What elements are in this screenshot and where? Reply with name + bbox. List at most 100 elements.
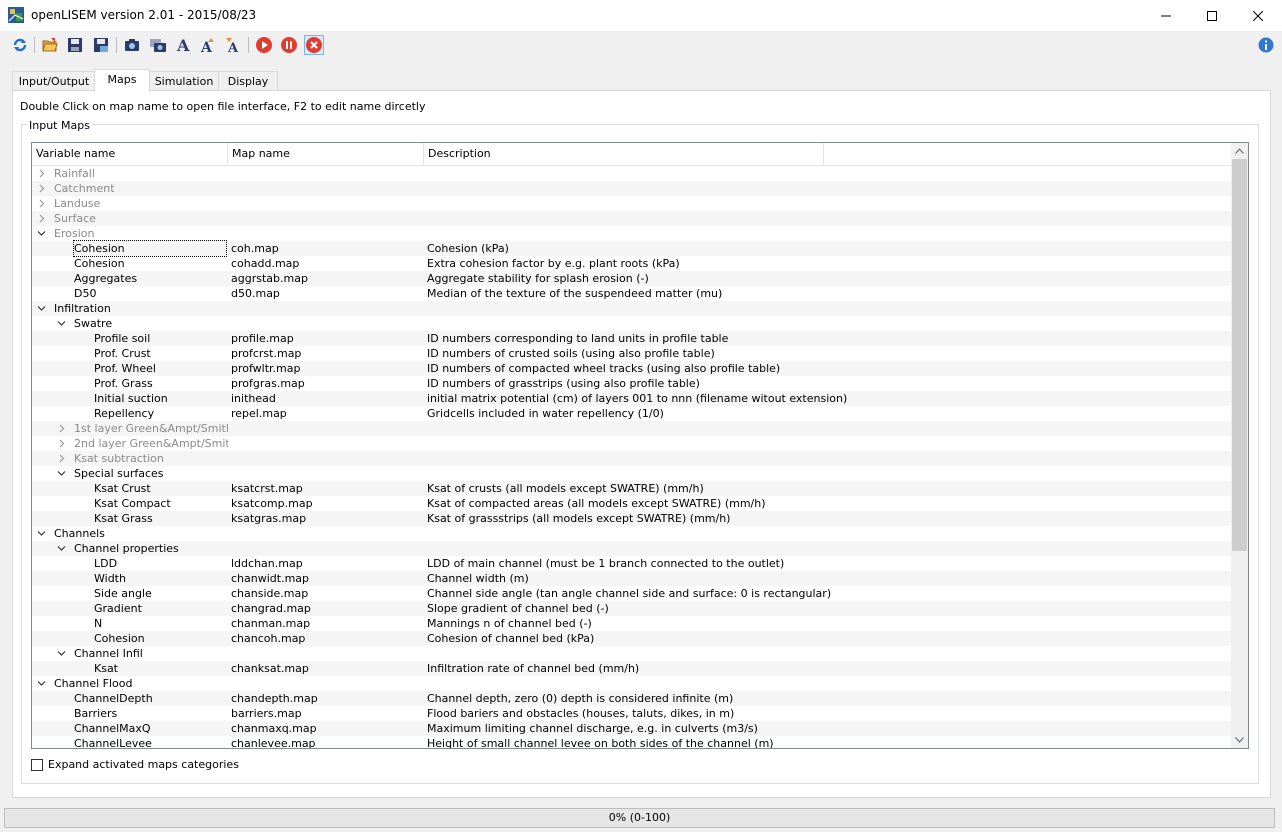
variable-name-cell[interactable]: Ksat Grass — [94, 511, 228, 526]
tree-row[interactable]: Prof. Wheel profwltr.map ID numbers of com… — [32, 361, 1232, 376]
variable-name-cell[interactable]: Infiltration — [54, 301, 228, 316]
tree-row[interactable]: Barriers barriers.map Flood bariers and ob… — [32, 706, 1232, 721]
tree-row[interactable]: Rainfall — [32, 166, 1232, 181]
chevron-right-icon[interactable] — [56, 451, 66, 466]
tree-row[interactable]: Repellency repel.map Gridcells included in… — [32, 406, 1232, 421]
map-name-cell[interactable] — [231, 526, 421, 541]
tree-row[interactable]: Prof. Crust profcrst.map ID numbers of cru… — [32, 346, 1232, 361]
variable-name-cell[interactable]: Channel properties — [74, 541, 228, 556]
chevron-down-icon[interactable] — [56, 646, 66, 661]
font-icon[interactable]: A — [173, 35, 193, 55]
variable-name-cell[interactable]: ChannelLevee — [74, 736, 228, 748]
map-name-cell[interactable]: ksatcrst.map — [231, 481, 421, 496]
map-name-cell[interactable]: aggrstab.map — [231, 271, 421, 286]
variable-name-cell[interactable]: 1st layer Green&Ampt/Smith... — [74, 421, 228, 436]
map-name-cell[interactable] — [231, 301, 421, 316]
map-name-cell[interactable]: profile.map — [231, 331, 421, 346]
variable-name-cell[interactable]: 2nd layer Green&Ampt/Smith... — [74, 436, 228, 451]
map-name-cell[interactable]: chanside.map — [231, 586, 421, 601]
variable-name-cell[interactable]: ChannelMaxQ — [74, 721, 228, 736]
map-name-cell[interactable] — [231, 421, 421, 436]
map-name-cell[interactable]: repel.map — [231, 406, 421, 421]
map-name-cell[interactable]: d50.map — [231, 286, 421, 301]
input-maps-tree[interactable]: Variable name Map name Description Rainf… — [31, 142, 1249, 749]
map-name-cell[interactable] — [231, 541, 421, 556]
camera-icon[interactable] — [122, 35, 142, 55]
map-name-cell[interactable] — [231, 226, 421, 241]
variable-name-cell[interactable]: Ksat Compact — [94, 496, 228, 511]
font-decrease-icon[interactable]: A — [223, 35, 243, 55]
variable-name-cell[interactable]: Channels — [54, 526, 228, 541]
tree-row[interactable]: Ksat Crust ksatcrst.map Ksat of crusts (al… — [32, 481, 1232, 496]
variable-name-cell[interactable]: Profile soil — [94, 331, 228, 346]
variable-name-cell[interactable]: Cohesion — [94, 631, 228, 646]
variable-name-cell[interactable]: Width — [94, 571, 228, 586]
chevron-down-icon[interactable] — [36, 676, 46, 691]
tree-row[interactable]: ChannelLevee chanlevee.map Height of small… — [32, 736, 1232, 748]
pause-icon[interactable] — [279, 35, 299, 55]
tree-row[interactable]: Nchanman.map Mannings n of channel bed (-… — [32, 616, 1232, 631]
map-name-cell[interactable]: barriers.map — [231, 706, 421, 721]
variable-name-cell[interactable]: Landuse — [54, 196, 228, 211]
map-name-cell[interactable] — [231, 436, 421, 451]
tab-simulation[interactable]: Simulation — [148, 71, 220, 91]
tree-row[interactable]: Surface — [32, 211, 1232, 226]
tree-row[interactable]: ChannelMaxQ chanmaxq.map Maximum limiting … — [32, 721, 1232, 736]
tree-row[interactable]: Channels — [32, 526, 1232, 541]
map-name-cell[interactable]: profwltr.map — [231, 361, 421, 376]
map-name-cell[interactable]: chanksat.map — [231, 661, 421, 676]
variable-name-cell[interactable]: Ksat subtraction — [74, 451, 228, 466]
tree-row[interactable]: Catchment — [32, 181, 1232, 196]
variable-name-cell[interactable]: N — [94, 616, 228, 631]
close-window-button[interactable] — [1235, 0, 1281, 31]
chevron-right-icon[interactable] — [36, 196, 46, 211]
map-name-cell[interactable] — [231, 466, 421, 481]
chevron-right-icon[interactable] — [56, 436, 66, 451]
map-name-cell[interactable] — [231, 211, 421, 226]
variable-name-cell[interactable]: Initial suction — [94, 391, 228, 406]
chevron-down-icon[interactable] — [36, 526, 46, 541]
map-name-cell[interactable]: chancoh.map — [231, 631, 421, 646]
tree-row[interactable]: Erosion — [32, 226, 1232, 241]
minimize-button[interactable] — [1143, 0, 1189, 31]
variable-name-cell[interactable]: Erosion — [54, 226, 228, 241]
tree-row[interactable]: Channel Flood — [32, 676, 1232, 691]
variable-name-cell[interactable]: ChannelDepth — [74, 691, 228, 706]
tree-row[interactable]: D50 d50.map Median of the texture of the s… — [32, 286, 1232, 301]
variable-name-cell[interactable]: LDD — [94, 556, 228, 571]
chevron-right-icon[interactable] — [36, 181, 46, 196]
variable-name-cell[interactable]: Aggregates — [74, 271, 228, 286]
variable-name-cell[interactable]: Cohesion — [74, 256, 228, 271]
chevron-down-icon[interactable] — [56, 541, 66, 556]
tree-row[interactable]: Special surfaces — [32, 466, 1232, 481]
variable-name-cell[interactable]: Gradient — [94, 601, 228, 616]
variable-name-cell[interactable]: Repellency — [94, 406, 228, 421]
tree-row[interactable]: Landuse — [32, 196, 1232, 211]
map-name-cell[interactable]: coh.map — [231, 241, 421, 256]
chevron-down-icon[interactable] — [56, 316, 66, 331]
tree-row[interactable]: Channel Infil — [32, 646, 1232, 661]
expand-categories-checkbox[interactable] — [31, 759, 43, 771]
font-increase-icon[interactable]: A — [198, 35, 218, 55]
variable-name-cell[interactable]: Catchment — [54, 181, 228, 196]
variable-name-cell[interactable]: Prof. Grass — [94, 376, 228, 391]
save-as-icon[interactable] — [91, 35, 111, 55]
scrollbar-thumb[interactable] — [1232, 159, 1247, 551]
maximize-button[interactable] — [1189, 0, 1235, 31]
map-name-cell[interactable] — [231, 646, 421, 661]
map-name-cell[interactable]: changrad.map — [231, 601, 421, 616]
tree-row[interactable]: Side angle chanside.map Channel side angle… — [32, 586, 1232, 601]
variable-name-cell[interactable]: Side angle — [94, 586, 228, 601]
reload-icon[interactable] — [10, 35, 30, 55]
tree-row[interactable]: Cohesion cohadd.map Extra cohesion factor … — [32, 256, 1232, 271]
scroll-up-icon[interactable] — [1231, 143, 1248, 159]
map-name-cell[interactable]: chandepth.map — [231, 691, 421, 706]
info-icon[interactable] — [1256, 35, 1276, 55]
tree-row[interactable]: Width chanwidt.map Channel width (m) — [32, 571, 1232, 586]
map-name-cell[interactable]: chanlevee.map — [231, 736, 421, 748]
tree-row[interactable]: 2nd layer Green&Ampt/Smith... — [32, 436, 1232, 451]
tree-row[interactable]: 1st layer Green&Ampt/Smith... — [32, 421, 1232, 436]
tree-row[interactable]: Initial suction inithead initial matrix po… — [32, 391, 1232, 406]
variable-name-cell[interactable]: Surface — [54, 211, 228, 226]
map-name-cell[interactable]: ksatcomp.map — [231, 496, 421, 511]
